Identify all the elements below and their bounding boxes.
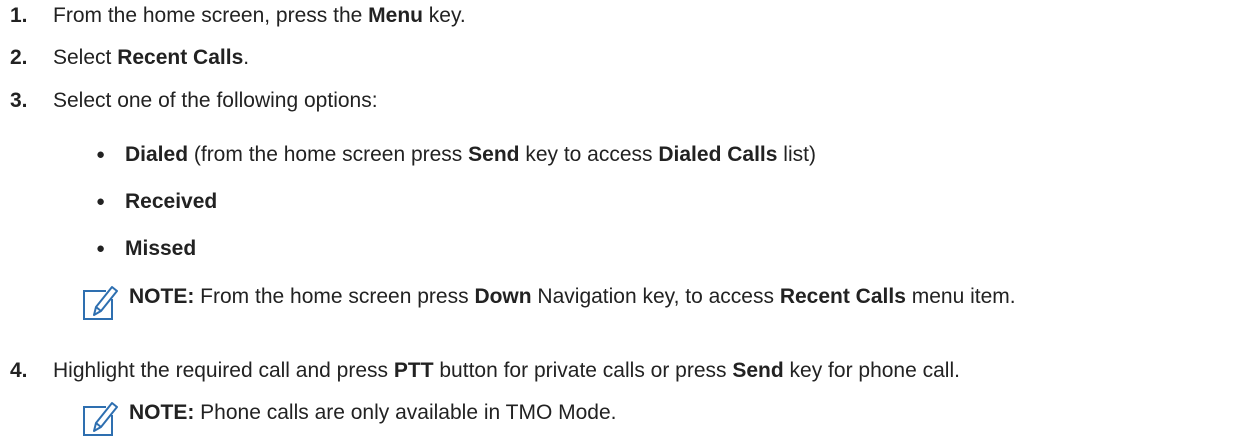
note-label: NOTE: (129, 401, 195, 424)
note-pencil-icon (83, 286, 118, 320)
option-text: Received (125, 190, 218, 213)
menu-name: Recent Calls (117, 46, 244, 69)
bullet-icon: ● (96, 146, 106, 163)
bullet-icon: ● (96, 193, 106, 210)
step-2: 2. Select Recent Calls. (10, 46, 249, 70)
step-3: 3. Select one of the following options: (10, 89, 378, 113)
note-label: NOTE: (129, 285, 195, 308)
step-number: 4. (10, 359, 28, 382)
step-text: Select one of the following options: (53, 89, 378, 112)
option-text: Dialed (from the home screen press Send … (125, 143, 816, 166)
note-text: NOTE: Phone calls are only available in … (129, 401, 617, 424)
option-missed: ● Missed (96, 237, 196, 261)
step-1: 1. From the home screen, press the Menu … (10, 4, 466, 28)
bullet-icon: ● (96, 240, 106, 257)
step-number: 1. (10, 4, 28, 27)
note-text: NOTE: From the home screen press Down Na… (129, 285, 1016, 308)
note-1: NOTE: From the home screen press Down Na… (81, 285, 1016, 322)
key-name: Menu (368, 4, 423, 27)
step-text: Highlight the required call and press PT… (53, 359, 960, 382)
option-dialed: ● Dialed (from the home screen press Sen… (96, 143, 816, 167)
step-number: 3. (10, 89, 28, 112)
option-text: Missed (125, 237, 197, 260)
step-number: 2. (10, 46, 28, 69)
note-2: NOTE: Phone calls are only available in … (81, 401, 617, 438)
step-text: Select Recent Calls. (53, 46, 250, 69)
step-text: From the home screen, press the Menu key… (53, 4, 466, 27)
step-4: 4. Highlight the required call and press… (10, 359, 960, 383)
option-received: ● Received (96, 190, 217, 214)
procedure: 1. From the home screen, press the Menu … (0, 0, 1259, 445)
note-pencil-icon (83, 402, 118, 436)
